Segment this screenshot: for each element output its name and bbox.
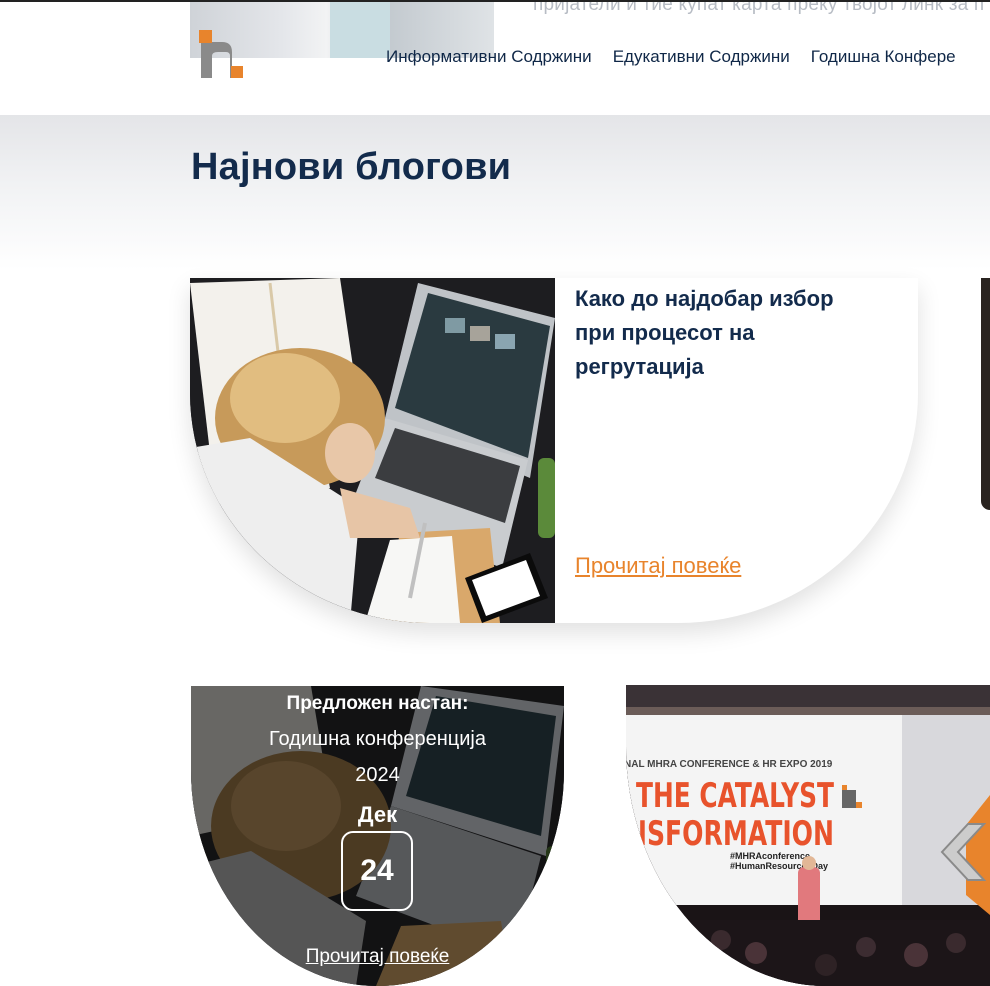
hero-shirt [330,0,390,58]
page-title: Најнови блогови [191,146,512,188]
banner-hashtag1: #MHRAconference [730,851,810,861]
event-year: 2024 [355,764,400,786]
blog-read-more-link[interactable]: Прочитај повеќе [575,553,741,579]
blog-card[interactable]: Како до најдобар избор при процесот на р… [190,278,918,623]
announcement-ticker: пријатели и тие купат карта преку твојот… [533,0,985,15]
chevron-left-icon[interactable] [938,820,990,884]
conference-card[interactable]: NAL MHRA CONFERENCE & HR EXPO 2019 THE C… [626,685,990,986]
blog-text: Како до најдобар избор при процесот на р… [575,282,865,384]
logo-h-icon[interactable] [199,30,245,80]
event-read-more-link[interactable]: Прочитај повеќе [191,946,564,968]
nav-item-annual-conference[interactable]: Годишна Конфере [811,47,956,67]
conference-photo: NAL MHRA CONFERENCE & HR EXPO 2019 THE C… [626,685,990,986]
blog-title[interactable]: Како до најдобар избор при процесот на р… [575,282,865,384]
event-card[interactable]: Предложен настан: Годишна конференција 2… [191,686,564,986]
event-month: Дек [357,802,398,827]
event-day-badge: 24 [341,831,413,911]
blog-image[interactable] [190,278,555,623]
section-band [0,115,990,270]
top-border [0,0,990,2]
event-label: Предложен настан: [286,693,469,714]
site-header: пријатели и тие купат карта преку твојот… [0,0,990,115]
banner-line2-text: NSFORMATION [626,814,834,854]
next-card-peek[interactable] [981,278,990,510]
nav-item-informative[interactable]: Информативни Содржини [386,47,592,67]
banner-top-text: NAL MHRA CONFERENCE & HR EXPO 2019 [626,759,833,770]
nav-item-educational[interactable]: Едукативни Содржини [613,47,790,67]
banner-line1-text: THE CATALYST [636,776,835,816]
main-nav: Информативни Содржини Едукативни Содржин… [386,47,956,67]
event-name: Годишна конференција [269,728,486,750]
